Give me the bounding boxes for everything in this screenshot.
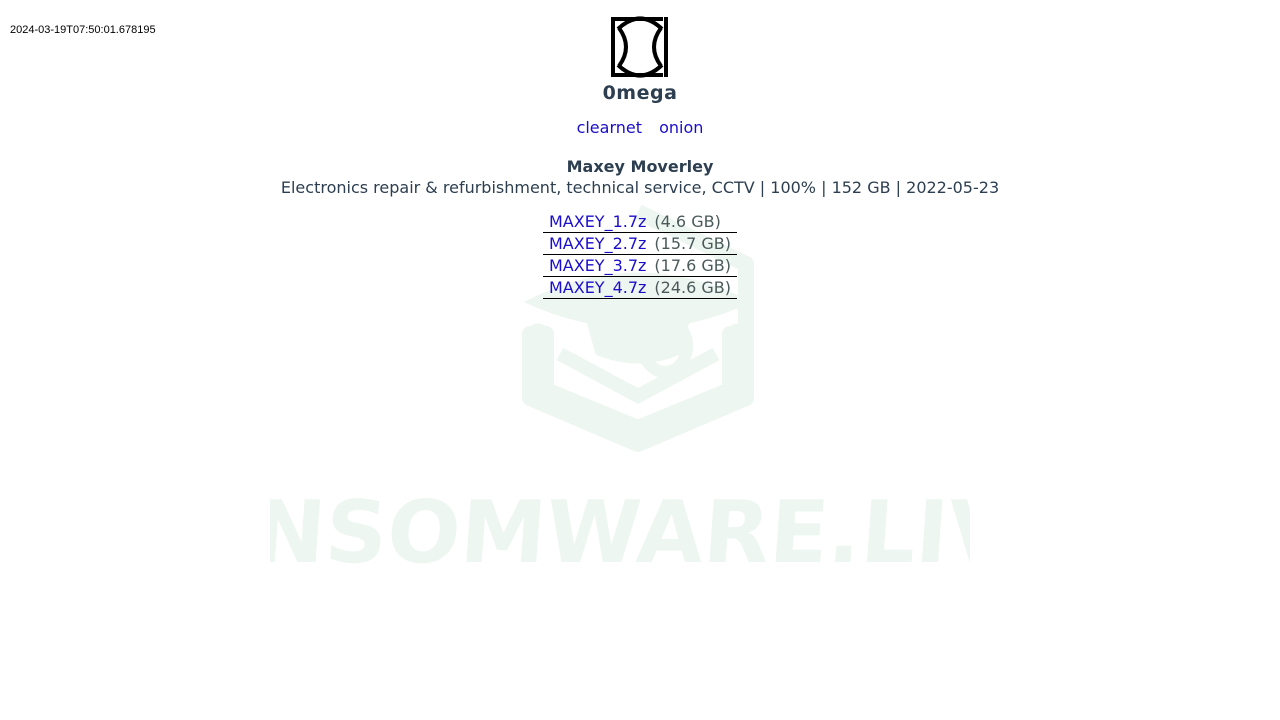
group-name: 0mega xyxy=(602,82,678,104)
file-row: MAXEY_3.7z (17.6 GB) xyxy=(542,254,737,277)
file-link[interactable]: MAXEY_2.7z xyxy=(549,234,646,253)
file-link[interactable]: MAXEY_4.7z xyxy=(549,278,646,297)
onion-link[interactable]: onion xyxy=(659,118,703,137)
file-row: MAXEY_1.7z (4.6 GB) xyxy=(542,211,737,233)
clearnet-link[interactable]: clearnet xyxy=(577,118,642,137)
file-list: MAXEY_1.7z (4.6 GB) MAXEY_2.7z (15.7 GB)… xyxy=(542,211,737,299)
file-row: MAXEY_4.7z (24.6 GB) xyxy=(542,276,737,299)
victim-description: Electronics repair & refurbishment, tech… xyxy=(280,178,1000,197)
main-content: 0mega clearnet onion Maxey Moverley Elec… xyxy=(0,14,1280,299)
file-link[interactable]: MAXEY_1.7z xyxy=(549,212,646,231)
file-size: (4.6 GB) xyxy=(650,211,737,233)
file-link[interactable]: MAXEY_3.7z xyxy=(549,256,646,275)
omega-icon xyxy=(611,16,668,78)
site-links: clearnet onion xyxy=(0,118,1280,137)
watermark-text: RANSOMWARE.LIVE xyxy=(270,483,970,583)
file-size: (17.6 GB) xyxy=(650,254,737,277)
file-size: (24.6 GB) xyxy=(650,276,737,299)
victim-name: Maxey Moverley xyxy=(566,157,714,176)
file-size: (15.7 GB) xyxy=(650,232,737,255)
file-row: MAXEY_2.7z (15.7 GB) xyxy=(542,232,737,255)
